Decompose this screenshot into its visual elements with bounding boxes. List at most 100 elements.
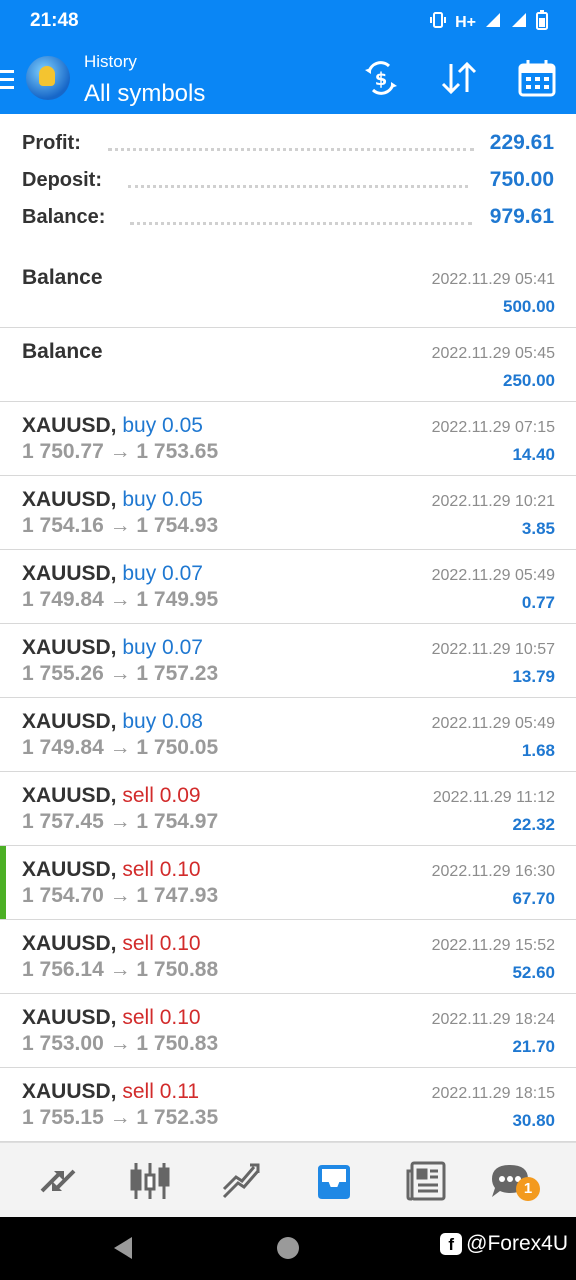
sort-icon[interactable] [437, 56, 481, 100]
deal-date: 2022.11.29 05:49 [431, 567, 555, 584]
deal-profit: 22.32 [512, 815, 555, 834]
history-icon[interactable] [310, 1157, 358, 1205]
deal-symbol: XAUUSD, [22, 636, 117, 659]
vibrate-icon [429, 11, 447, 34]
back-icon[interactable] [110, 1235, 134, 1266]
deposit-filter-icon[interactable]: $ [359, 56, 403, 100]
deal-date: 2022.11.29 10:21 [431, 493, 555, 510]
watermark-text: @Forex4U [466, 1232, 568, 1255]
chart-icon[interactable] [126, 1157, 174, 1205]
list-item[interactable]: XAUUSD, buy 0.07 1 749.84 → 1 749.95 202… [0, 550, 576, 624]
deal-profit: 14.40 [512, 445, 555, 464]
deal-date: 2022.11.29 16:30 [431, 863, 555, 880]
section-title: History [84, 52, 137, 71]
deal-profit: 0.77 [521, 593, 555, 612]
list-item[interactable]: XAUUSD, sell 0.10 1 756.14 → 1 750.88 20… [0, 920, 576, 994]
bottom-navigation: 1 [0, 1142, 576, 1218]
deal-profit: 30.80 [512, 1111, 555, 1130]
deal-symbol: XAUUSD, [22, 784, 117, 807]
deal-date: 2022.11.29 15:52 [431, 937, 555, 954]
system-navigation-bar: f @Forex4U [0, 1217, 576, 1280]
deal-side-volume: sell 0.10 [122, 1006, 201, 1029]
trade-icon[interactable] [218, 1157, 266, 1205]
deal-profit: 1.68 [521, 741, 555, 760]
deal-profit: 3.85 [521, 519, 555, 538]
deal-side-volume: sell 0.11 [122, 1080, 200, 1103]
home-icon[interactable] [277, 1237, 299, 1259]
app-bar: History All symbols $ [0, 42, 576, 114]
deal-prices: 1 753.00 → 1 750.83 [22, 1032, 219, 1055]
list-item[interactable]: XAUUSD, sell 0.11 1 755.15 → 1 752.35 20… [0, 1068, 576, 1142]
list-item-selected[interactable]: XAUUSD, sell 0.10 1 754.70 → 1 747.93 20… [0, 846, 576, 920]
calendar-icon[interactable] [515, 56, 559, 100]
deal-prices: 1 749.84 → 1 750.05 [22, 736, 219, 759]
history-list: Balance 2022.11.29 05:41 500.00 Balance … [0, 254, 576, 1142]
top-bar: 21:48 H+ History All symbols $ [0, 0, 576, 114]
deal-prices: 1 749.84 → 1 749.95 [22, 588, 219, 611]
watermark: f @Forex4U [440, 1232, 568, 1256]
deal-side-volume: sell 0.10 [122, 932, 201, 955]
profit-label: Profit: [22, 132, 81, 154]
deal-date: 2022.11.29 07:15 [431, 419, 555, 436]
deposit-row: Deposit: 750.00 [0, 165, 576, 201]
deal-side-volume: buy 0.05 [122, 488, 203, 511]
deal-date: 2022.11.29 18:15 [431, 1085, 555, 1102]
deal-profit: 21.70 [512, 1037, 555, 1056]
list-item[interactable]: XAUUSD, buy 0.08 1 749.84 → 1 750.05 202… [0, 698, 576, 772]
deal-prices: 1 754.16 → 1 754.93 [22, 514, 219, 537]
list-item[interactable]: XAUUSD, buy 0.05 1 750.77 → 1 753.65 202… [0, 402, 576, 476]
list-item[interactable]: XAUUSD, buy 0.07 1 755.26 → 1 757.23 202… [0, 624, 576, 698]
deal-side-volume: sell 0.09 [122, 784, 201, 807]
deal-symbol: XAUUSD, [22, 858, 117, 881]
deal-date: 2022.11.29 18:24 [431, 1011, 555, 1028]
operation-amount: 500.00 [503, 297, 555, 316]
balance-value: 979.61 [489, 205, 554, 228]
deal-prices: 1 750.77 → 1 753.65 [22, 440, 219, 463]
list-item[interactable]: XAUUSD, sell 0.09 1 757.45 → 1 754.97 20… [0, 772, 576, 846]
list-item[interactable]: XAUUSD, sell 0.10 1 753.00 → 1 750.83 20… [0, 994, 576, 1068]
menu-icon[interactable] [0, 70, 14, 94]
deal-prices: 1 755.26 → 1 757.23 [22, 662, 219, 685]
deal-date: 2022.11.29 05:49 [431, 715, 555, 732]
deal-symbol: XAUUSD, [22, 488, 117, 511]
list-item[interactable]: Balance 2022.11.29 05:41 500.00 [0, 254, 576, 328]
status-bar: 21:48 H+ [0, 0, 576, 42]
operation-date: 2022.11.29 05:41 [431, 271, 555, 288]
quotes-icon[interactable] [34, 1157, 82, 1205]
deal-prices: 1 757.45 → 1 754.97 [22, 810, 219, 833]
operation-title: Balance [22, 266, 103, 289]
deal-side-volume: buy 0.05 [122, 414, 203, 437]
news-icon[interactable] [402, 1157, 450, 1205]
dotted-leader [130, 222, 472, 225]
symbol-filter[interactable]: All symbols [84, 80, 205, 108]
deal-symbol: XAUUSD, [22, 1080, 117, 1103]
deal-side-volume: buy 0.08 [122, 710, 203, 733]
dotted-leader [128, 185, 468, 188]
status-time: 21:48 [30, 10, 79, 31]
messages-badge: 1 [516, 1177, 540, 1201]
deal-prices: 1 754.70 → 1 747.93 [22, 884, 219, 907]
dotted-leader [108, 148, 474, 151]
list-item[interactable]: Balance 2022.11.29 05:45 250.00 [0, 328, 576, 402]
battery-icon [536, 10, 548, 35]
account-summary: Profit: 229.61 Deposit: 750.00 Balance: … [0, 114, 576, 255]
list-item[interactable]: XAUUSD, buy 0.05 1 754.16 → 1 754.93 202… [0, 476, 576, 550]
balance-row: Balance: 979.61 [0, 202, 576, 238]
deal-profit: 13.79 [512, 667, 555, 686]
deal-symbol: XAUUSD, [22, 562, 117, 585]
system-icons: H+ [429, 10, 548, 35]
svg-text:$: $ [375, 69, 388, 90]
deal-symbol: XAUUSD, [22, 710, 117, 733]
operation-date: 2022.11.29 05:45 [431, 345, 555, 362]
deposit-label: Deposit: [22, 169, 102, 191]
operation-title: Balance [22, 340, 103, 363]
deal-side-volume: buy 0.07 [122, 562, 203, 585]
deal-profit: 52.60 [512, 963, 555, 982]
deposit-value: 750.00 [489, 168, 554, 191]
deal-side-volume: buy 0.07 [122, 636, 203, 659]
deal-symbol: XAUUSD, [22, 1006, 117, 1029]
deal-date: 2022.11.29 11:12 [432, 789, 555, 806]
network-type-label: H+ [455, 13, 476, 31]
deal-profit: 67.70 [512, 889, 555, 908]
deal-prices: 1 755.15 → 1 752.35 [22, 1106, 219, 1129]
